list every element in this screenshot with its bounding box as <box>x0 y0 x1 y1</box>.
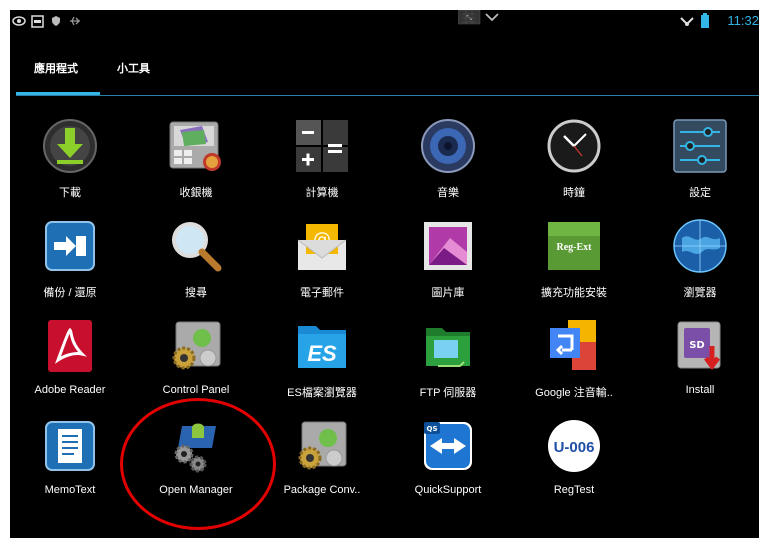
status-bar: ⤡ 11:32 <box>10 10 759 34</box>
app-regtest[interactable]: U-006 RegTest <box>514 410 634 506</box>
tab-bar: 應用程式 小工具 <box>10 50 759 96</box>
browser-icon <box>673 219 727 273</box>
backup-icon <box>45 221 95 271</box>
download-icon <box>43 119 97 173</box>
app-label: RegTest <box>553 484 595 496</box>
app-label: 電子郵件 <box>300 287 344 299</box>
app-email[interactable]: @ 電子郵件 <box>262 210 382 306</box>
app-package-converter[interactable]: Package Conv.. <box>262 410 382 506</box>
reg-ext-icon-text: Reg-Ext <box>557 242 593 253</box>
app-label: ES檔案瀏覽器 <box>287 387 357 399</box>
music-icon <box>421 119 475 173</box>
app-label: 備份 / 還原 <box>43 287 97 299</box>
app-install[interactable]: SD Install <box>640 310 759 406</box>
app-memotext[interactable]: MemoText <box>10 410 130 506</box>
app-label: Install <box>685 384 715 396</box>
regtest-icon: U-006 <box>548 420 600 472</box>
svg-text:⤡: ⤡ <box>466 14 472 22</box>
app-control-panel[interactable]: Control Panel <box>136 310 256 406</box>
app-download[interactable]: 下載 <box>10 110 130 206</box>
install-icon: SD <box>677 321 721 371</box>
app-reg-ext[interactable]: Reg-Ext 擴充功能安裝 <box>514 210 634 306</box>
settings-icon <box>673 119 727 173</box>
calculator-icon <box>296 120 348 172</box>
google-zhuyin-icon <box>550 320 596 370</box>
app-label: FTP 伺服器 <box>419 387 477 399</box>
app-es-file-explorer[interactable]: ES ES檔案瀏覽器 <box>262 310 382 406</box>
eye-icon <box>12 16 26 26</box>
app-settings[interactable]: 設定 <box>640 110 759 206</box>
install-icon-text: SD <box>689 340 705 351</box>
app-label: 計算機 <box>305 187 339 199</box>
email-icon: @ <box>297 224 347 270</box>
package-converter-icon <box>298 421 347 470</box>
clock-icon <box>547 119 601 173</box>
app-label: 收銀機 <box>179 187 213 199</box>
svg-text:ES: ES <box>307 341 337 366</box>
open-manager-icon <box>174 423 216 473</box>
app-adobe-reader[interactable]: Adobe Reader <box>10 310 130 406</box>
wifi-icon <box>680 17 694 26</box>
ftp-server-icon <box>426 328 470 367</box>
app-search[interactable]: 搜尋 <box>136 210 256 306</box>
app-label: Adobe Reader <box>34 384 106 396</box>
app-label: 音樂 <box>437 187 459 199</box>
app-music[interactable]: 音樂 <box>388 110 508 206</box>
app-label: 搜尋 <box>185 287 207 299</box>
search-icon <box>172 222 222 272</box>
quicksupport-icon: QS <box>424 422 472 470</box>
app-label: QuickSupport <box>414 484 482 496</box>
android-screen: ⤡ 11:32 應用程式 小工具 下載 收銀機 計算機 音樂 時鐘 設定 備份 … <box>10 10 759 538</box>
app-label: Package Conv.. <box>283 484 361 496</box>
window-icon <box>31 15 44 28</box>
app-calculator[interactable]: 計算機 <box>262 110 382 206</box>
screen-toggle-icon[interactable]: ⤡ <box>458 10 506 26</box>
regtest-icon-text: U-006 <box>554 439 595 456</box>
quicksupport-icon-text: QS <box>427 425 438 433</box>
app-label: 下載 <box>59 187 81 199</box>
app-gallery[interactable]: 圖片庫 <box>388 210 508 306</box>
shield-icon <box>52 16 60 26</box>
app-label: Google 注音輸.. <box>535 387 613 399</box>
app-quicksupport[interactable]: QS QuickSupport <box>388 410 508 506</box>
app-label: 瀏覽器 <box>683 287 717 299</box>
app-browser[interactable]: 瀏覽器 <box>640 210 759 306</box>
app-backup-restore[interactable]: 備份 / 還原 <box>10 210 130 306</box>
control-panel-icon <box>172 321 221 370</box>
reg-ext-icon: Reg-Ext <box>548 222 600 270</box>
app-google-zhuyin[interactable]: Google 注音輸.. <box>514 310 634 406</box>
app-label: MemoText <box>44 484 96 496</box>
app-cash-register[interactable]: 收銀機 <box>136 110 256 206</box>
battery-icon <box>701 13 709 28</box>
app-clock[interactable]: 時鐘 <box>514 110 634 206</box>
clock-text: 11:32 <box>727 13 759 28</box>
gallery-icon <box>424 222 472 270</box>
usb-icon <box>70 16 80 26</box>
app-label: 時鐘 <box>563 187 585 199</box>
app-ftp-server[interactable]: FTP 伺服器 <box>388 310 508 406</box>
memotext-icon <box>45 421 95 471</box>
app-label: 設定 <box>689 187 711 199</box>
app-open-manager[interactable]: Open Manager <box>136 410 256 506</box>
tab-widgets[interactable]: 小工具 <box>117 60 150 76</box>
app-label: Open Manager <box>159 484 233 496</box>
es-file-explorer-icon: ES <box>298 326 346 368</box>
tab-divider <box>16 95 759 96</box>
adobe-reader-icon <box>48 320 92 372</box>
tab-apps[interactable]: 應用程式 <box>34 60 78 76</box>
app-label: 圖片庫 <box>431 287 465 299</box>
app-label: 擴充功能安裝 <box>541 287 607 299</box>
app-label: Control Panel <box>162 384 230 396</box>
cash-register-icon <box>169 121 221 171</box>
